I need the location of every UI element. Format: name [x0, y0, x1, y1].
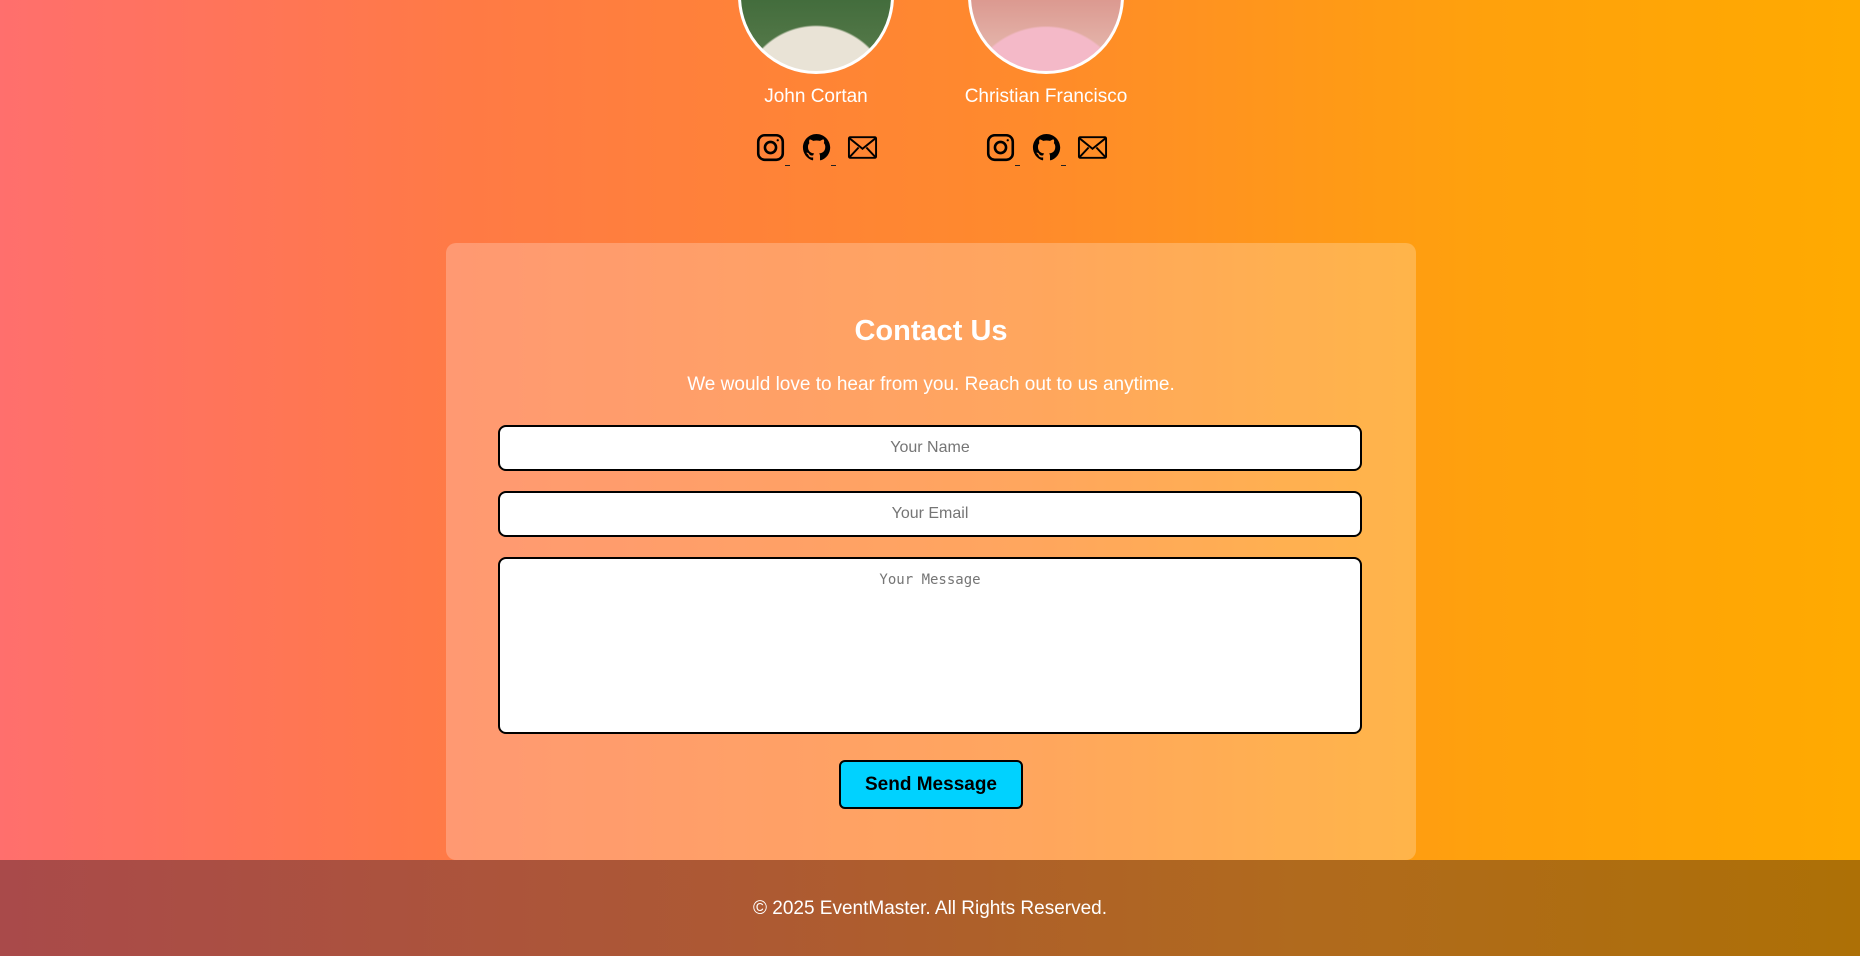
avatar — [738, 0, 894, 74]
team-section: John Cortan Christian Francisco — [0, 0, 1860, 190]
social-links — [946, 132, 1146, 166]
contact-subtitle: We would love to hear from you. Reach ou… — [687, 374, 1175, 395]
mail-link[interactable] — [847, 132, 878, 165]
mail-icon — [1077, 136, 1107, 159]
footer: © 2025 EventMaster. All Rights Reserved. — [0, 860, 1860, 956]
footer-copyright: © 2025 EventMaster. All Rights Reserved. — [752, 898, 1108, 919]
mail-icon — [847, 136, 877, 159]
contact-title: Contact Us — [854, 315, 1008, 347]
message-textarea[interactable] — [498, 557, 1362, 734]
social-links — [716, 132, 916, 166]
instagram-icon — [756, 133, 784, 162]
send-message-button[interactable]: Send Message — [839, 760, 1023, 809]
github-link[interactable] — [801, 132, 836, 166]
name-input[interactable] — [498, 425, 1362, 471]
github-icon — [802, 133, 830, 161]
member-name: Christian Francisco — [964, 86, 1128, 107]
member-name: John Cortan — [764, 86, 868, 107]
github-icon — [1032, 133, 1060, 161]
instagram-icon — [986, 133, 1014, 162]
contact-card: Contact Us We would love to hear from yo… — [446, 243, 1416, 860]
instagram-link[interactable] — [755, 132, 790, 166]
email-input[interactable] — [498, 491, 1362, 537]
mail-link[interactable] — [1077, 132, 1108, 165]
avatar — [968, 0, 1124, 74]
instagram-link[interactable] — [985, 132, 1020, 166]
github-link[interactable] — [1031, 132, 1066, 166]
